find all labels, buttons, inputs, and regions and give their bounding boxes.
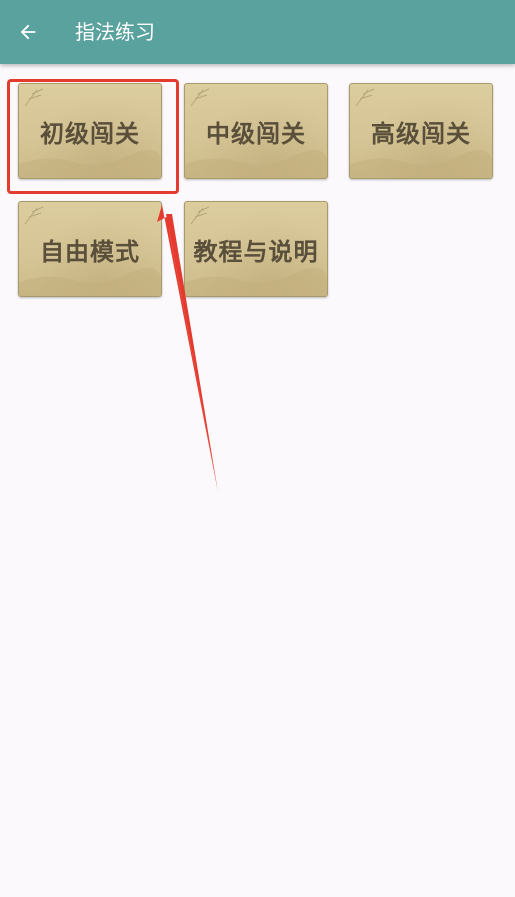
tile-label: 自由模式 — [40, 237, 140, 266]
tile-label: 教程与说明 — [193, 237, 319, 266]
bamboo-decoration-icon — [355, 88, 375, 107]
tile-label: 初级闯关 — [40, 119, 140, 148]
tile-tutorial[interactable]: 教程与说明 — [184, 201, 328, 297]
bamboo-decoration-icon — [24, 206, 44, 225]
tile-advanced-level[interactable]: 高级闯关 — [349, 83, 493, 179]
bamboo-decoration-icon — [190, 88, 210, 107]
tile-intermediate-level[interactable]: 中级闯关 — [184, 83, 328, 179]
tile-beginner-level[interactable]: 初级闯关 — [18, 83, 162, 179]
tile-label: 中级闯关 — [206, 119, 306, 148]
bamboo-decoration-icon — [24, 88, 44, 107]
back-button[interactable] — [10, 14, 46, 50]
bamboo-decoration-icon — [190, 206, 210, 225]
tile-label: 高级闯关 — [371, 119, 471, 148]
app-bar: 指法练习 — [0, 0, 515, 64]
arrow-left-icon — [20, 24, 36, 40]
page-title: 指法练习 — [75, 20, 155, 44]
tile-free-mode[interactable]: 自由模式 — [18, 201, 162, 297]
